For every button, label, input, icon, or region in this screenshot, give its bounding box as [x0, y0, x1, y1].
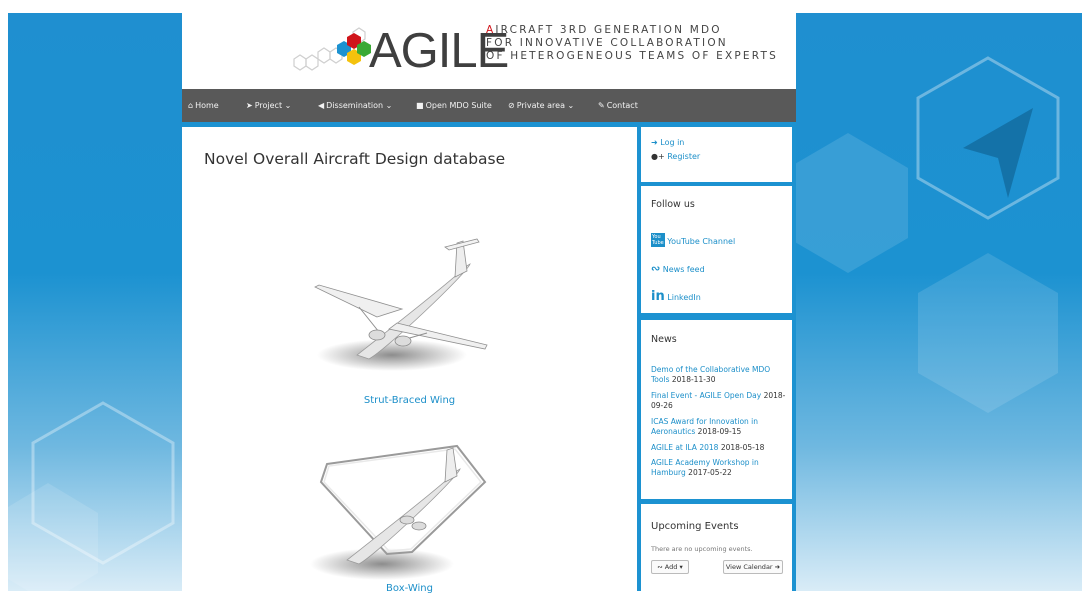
follow-us-heading: Follow us: [651, 199, 695, 210]
login-link[interactable]: ➜ Log in: [651, 138, 684, 147]
tagline-line-1: IRCRAFT 3RD GENERATION MDO: [495, 24, 722, 36]
paper-plane-icon: [963, 108, 1033, 198]
site-header: AGILE AIRCRAFT 3RD GENERATION MDO FOR IN…: [182, 13, 796, 89]
site-container: AGILE AIRCRAFT 3RD GENERATION MDO FOR IN…: [182, 13, 796, 594]
logo-tagline: AIRCRAFT 3RD GENERATION MDO FOR INNOVATI…: [486, 24, 778, 62]
chevron-down-icon: ⌄: [385, 101, 393, 110]
linkedin-icon: in: [651, 289, 665, 304]
news-date: 2018-09-15: [697, 427, 742, 436]
nav-private-area[interactable]: ⊘ Private area ⌄: [508, 89, 574, 122]
follow-us-widget: Follow us You Tube YouTube Channel ∾ News…: [641, 186, 792, 313]
square-icon: ■: [416, 101, 424, 110]
nav-project[interactable]: ➤ Project ⌄: [246, 89, 291, 122]
no-events-text: There are no upcoming events.: [651, 545, 753, 553]
news-widget: News Demo of the Collaborative MDO Tools…: [641, 320, 792, 499]
main-content: Novel Overall Aircraft Design database S…: [182, 127, 637, 594]
box-wing-image[interactable]: [307, 442, 507, 582]
register-link[interactable]: ●+ Register: [651, 152, 700, 161]
linkedin-link[interactable]: in LinkedIn: [651, 289, 701, 304]
arrow-right-icon: ➜: [774, 563, 781, 571]
edit-icon: ✎: [598, 101, 605, 110]
page-title: Novel Overall Aircraft Design database: [204, 150, 506, 168]
tagline-line-3: OF HETEROGENEOUS TEAMS OF EXPERTS: [486, 50, 778, 62]
news-item: Final Event - AGILE Open Day 2018-09-26: [651, 391, 786, 411]
nav-home[interactable]: ⌂ Home: [188, 89, 219, 122]
news-heading: News: [651, 334, 677, 345]
news-item: ICAS Award for Innovation in Aeronautics…: [651, 417, 786, 437]
news-date: 2017-05-22: [688, 468, 732, 477]
chevron-down-icon: ⌄: [567, 101, 575, 110]
news-link[interactable]: Final Event - AGILE Open Day: [651, 391, 761, 400]
news-date: 2018-11-30: [671, 375, 716, 384]
news-item: AGILE Academy Workshop in Hamburg 2017-0…: [651, 458, 786, 478]
news-date: 2018-05-18: [720, 443, 765, 452]
ban-icon: ⊘: [508, 101, 515, 110]
add-event-button[interactable]: ∾ Add ▾: [651, 560, 689, 574]
events-widget: Upcoming Events There are no upcoming ev…: [641, 504, 792, 591]
nav-dissemination[interactable]: ◀ Dissemination ⌄: [318, 89, 392, 122]
main-navbar: ⌂ Home ➤ Project ⌄ ◀ Dissemination ⌄ ■ Open …: [182, 89, 796, 122]
news-item: Demo of the Collaborative MDO Tools 2018…: [651, 365, 786, 385]
youtube-icon: You Tube: [651, 233, 665, 247]
rss-icon: ∾: [651, 262, 661, 275]
home-icon: ⌂: [188, 101, 194, 110]
box-wing-link[interactable]: Box-Wing: [182, 583, 637, 594]
rss-icon: ∾: [657, 563, 663, 571]
hexagon-logo-icon[interactable]: [278, 23, 373, 78]
share-icon: ◀: [318, 101, 325, 110]
youtube-link[interactable]: You Tube YouTube Channel: [651, 233, 735, 247]
strut-braced-wing-link[interactable]: Strut-Braced Wing: [182, 395, 637, 406]
view-calendar-button[interactable]: View Calendar ➜: [723, 560, 783, 574]
news-feed-link[interactable]: ∾ News feed: [651, 262, 705, 275]
sign-in-icon: ➜: [651, 138, 658, 147]
events-heading: Upcoming Events: [651, 521, 739, 532]
user-plus-icon: ●+: [651, 152, 665, 161]
paper-plane-icon: ➤: [246, 101, 253, 110]
news-item: AGILE at ILA 2018 2018-05-18: [651, 443, 786, 453]
sidebar: ➜ Log in ●+ Register Follow us You Tube Y…: [637, 127, 796, 591]
tagline-line-2: FOR INNOVATIVE COLLABORATION: [486, 37, 728, 49]
nav-open-mdo[interactable]: ■ Open MDO Suite: [416, 89, 492, 122]
login-widget: ➜ Log in ●+ Register: [641, 127, 792, 182]
news-link[interactable]: AGILE at ILA 2018: [651, 443, 718, 452]
strut-braced-wing-image[interactable]: [307, 237, 507, 377]
chevron-down-icon: ⌄: [284, 101, 292, 110]
nav-contact[interactable]: ✎ Contact: [598, 89, 638, 122]
